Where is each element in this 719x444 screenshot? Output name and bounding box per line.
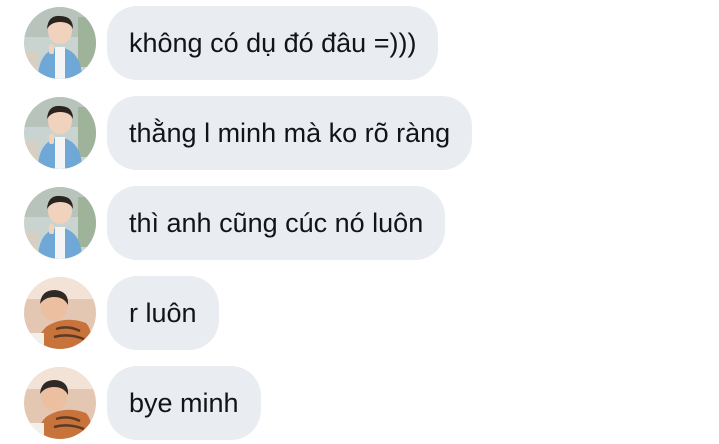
avatar[interactable] <box>24 367 96 439</box>
avatar[interactable] <box>24 187 96 259</box>
message-row: r luôn <box>0 276 719 350</box>
message-bubble[interactable]: r luôn <box>107 276 219 350</box>
avatar[interactable] <box>24 277 96 349</box>
message-row: thằng l minh mà ko rõ ràng <box>0 96 719 170</box>
avatar[interactable] <box>24 7 96 79</box>
message-row: thì anh cũng cúc nó luôn <box>0 186 719 260</box>
message-row: không có dụ đó đâu =))) <box>0 6 719 80</box>
message-thread: không có dụ đó đâu =))) thằng l minh mà … <box>0 0 719 444</box>
message-bubble[interactable]: thì anh cũng cúc nó luôn <box>107 186 446 260</box>
message-bubble[interactable]: bye minh <box>107 366 261 440</box>
message-bubble[interactable]: thằng l minh mà ko rõ ràng <box>107 96 473 170</box>
avatar[interactable] <box>24 97 96 169</box>
message-bubble[interactable]: không có dụ đó đâu =))) <box>107 6 439 80</box>
message-row: bye minh <box>0 366 719 440</box>
